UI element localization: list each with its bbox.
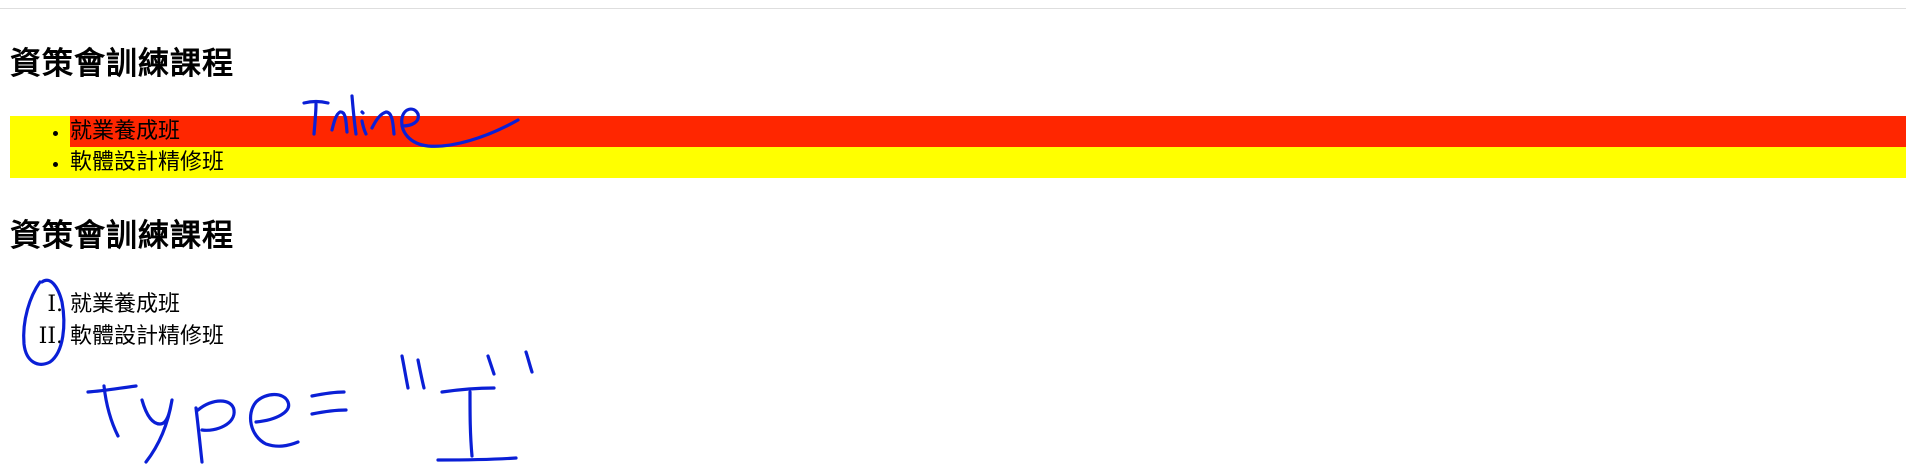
list-item-employment-class: 就業養成班	[70, 289, 224, 321]
top-divider	[0, 8, 1906, 9]
page-heading-1: 資策會訓練課程	[10, 46, 234, 82]
list-item-software-design-class: 軟體設計精修班	[70, 321, 224, 353]
ordered-course-list: 就業養成班 軟體設計精修班	[10, 289, 224, 353]
annotation-type-scribble	[86, 350, 534, 464]
page-heading-2: 資策會訓練課程	[10, 218, 234, 254]
list-item-software-design-class: 軟體設計精修班	[70, 147, 1906, 178]
list-item-employment-class: 就業養成班	[70, 116, 1906, 147]
unordered-course-list: 就業養成班 軟體設計精修班	[10, 116, 1906, 178]
handwritten-annotations	[22, 94, 534, 464]
